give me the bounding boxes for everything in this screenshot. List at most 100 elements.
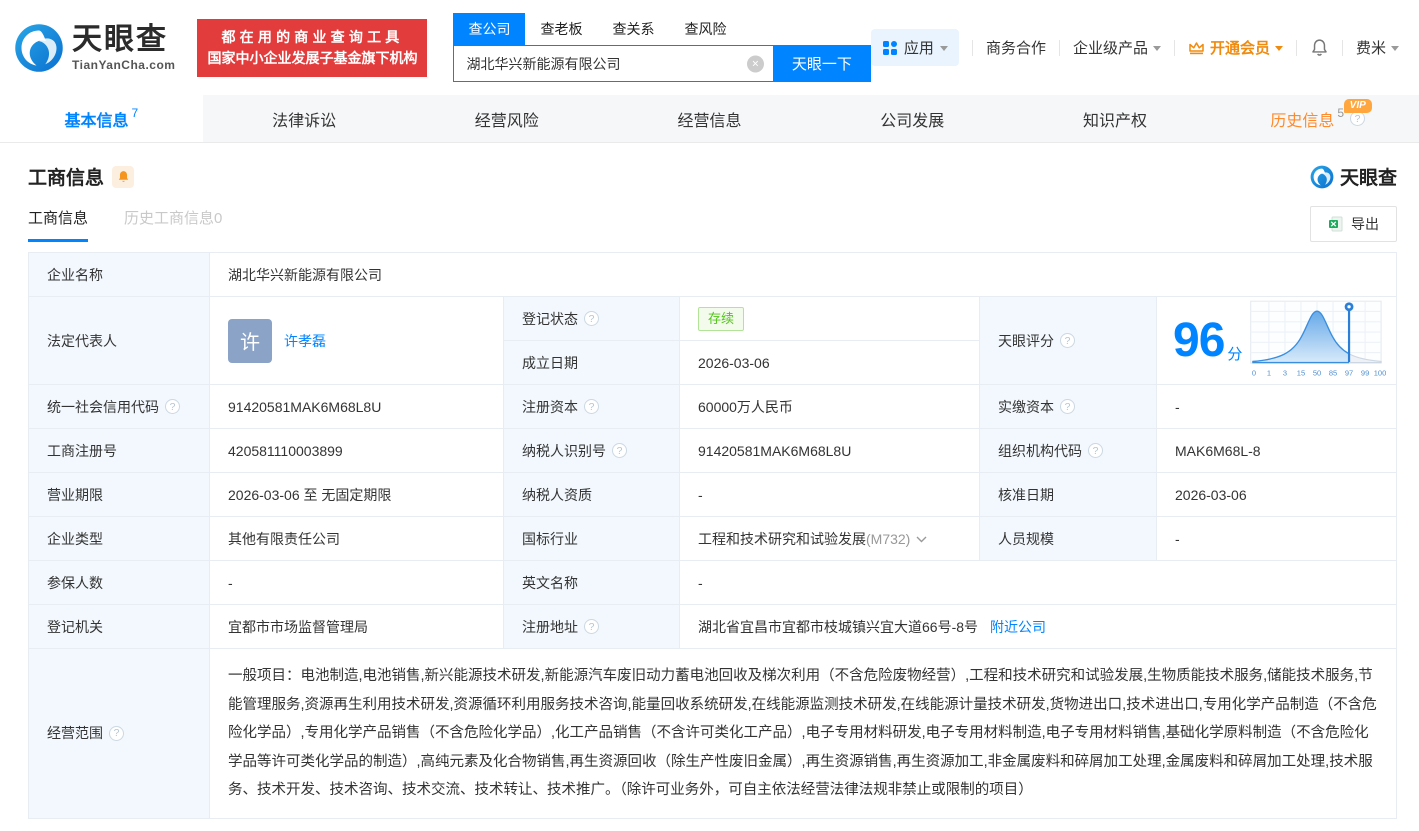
business-info-table: 企业名称 湖北华兴新能源有限公司 法定代表人 许 许孝磊 登记状态 ? 存续 成…: [28, 252, 1397, 819]
tab-intellectual-property[interactable]: 知识产权: [1014, 95, 1217, 142]
clear-icon[interactable]: ×: [746, 55, 764, 72]
score-axis-tick: 3: [1283, 368, 1287, 377]
help-icon[interactable]: ?: [612, 443, 627, 458]
logo-title: 天眼查: [72, 22, 168, 56]
export-label: 导出: [1351, 216, 1379, 232]
nav-cooperation[interactable]: 商务合作: [986, 37, 1046, 58]
field-establish-date-value: 2026-03-06: [679, 340, 979, 384]
search-input[interactable]: [453, 45, 773, 82]
field-taxpayer-quality-label: 纳税人资质: [503, 472, 679, 516]
label-text: 统一社会信用代码: [47, 398, 159, 415]
company-detail-tabs: 基本信息 7 法律诉讼 经营风险 经营信息 公司发展 知识产权 历史信息 5 ?…: [0, 95, 1419, 143]
chevron-down-icon: [1152, 46, 1161, 51]
score-axis-tick: 97: [1345, 368, 1353, 377]
field-insured-num-value: -: [209, 560, 503, 604]
field-score-value: 96 分 0 1 3 15 50 85 97 99 100: [1156, 296, 1396, 384]
help-icon[interactable]: ?: [1060, 399, 1075, 414]
industry-name: 工程和技术研究和试验发展: [698, 530, 866, 547]
apps-menu[interactable]: 应用: [870, 29, 959, 66]
score-distribution-chart: 0 1 3 15 50 85 97 99 100: [1250, 300, 1386, 377]
subtab-count: 0: [214, 209, 223, 227]
field-reg-org-label: 登记机关: [28, 604, 209, 648]
vip-label: 开通会员: [1209, 40, 1270, 57]
subtab-business-info[interactable]: 工商信息: [28, 207, 89, 242]
search-button[interactable]: 天眼一下: [772, 45, 871, 82]
divider: [1341, 39, 1343, 56]
tab-label: 法律诉讼: [272, 112, 337, 130]
username: 费米: [1355, 40, 1386, 57]
field-approve-date-label: 核准日期: [979, 472, 1156, 516]
search-tabs: 查公司 查老板 查关系 查风险: [453, 13, 870, 45]
industry-code: (M732): [866, 530, 911, 547]
apps-label: 应用: [903, 40, 934, 57]
field-scope-value: 一般项目：电池制造,电池销售,新兴能源技术研发,新能源汽车废旧动力蓄电池回收及梯…: [209, 648, 1396, 818]
field-reg-no-value: 420581110003899: [209, 428, 503, 472]
score-unit: 分: [1227, 345, 1243, 363]
tab-basic-info[interactable]: 基本信息 7: [0, 95, 203, 142]
help-icon[interactable]: ?: [584, 619, 599, 634]
field-score-label: 天眼评分 ?: [979, 296, 1156, 384]
excel-icon: [1329, 216, 1343, 232]
help-icon[interactable]: ?: [1350, 111, 1366, 126]
score-axis-tick: 15: [1297, 368, 1305, 377]
subscribe-bell-chip[interactable]: [112, 165, 135, 188]
chevron-down-icon[interactable]: [916, 536, 927, 543]
search-tab-boss[interactable]: 查老板: [525, 13, 597, 45]
user-account-menu[interactable]: 费米: [1356, 37, 1399, 58]
field-scope-label: 经营范围 ?: [28, 648, 209, 818]
search-tab-company[interactable]: 查公司: [453, 13, 526, 45]
tianyancha-logo[interactable]: 天眼查 TianYanCha.com: [14, 23, 175, 73]
score-axis-tick: 0: [1252, 368, 1256, 377]
promo-banner: 都在用的商业查询工具 国家中小企业发展子基金旗下机构: [197, 18, 428, 77]
subtab-history-business-info[interactable]: 历史工商信息0: [124, 207, 222, 242]
score-axis-tick: 1: [1267, 368, 1271, 377]
help-icon[interactable]: ?: [1060, 333, 1075, 348]
tab-label: 公司发展: [880, 112, 945, 130]
field-taxpayer-no-value: 91420581MAK6M68L8U: [679, 428, 979, 472]
chevron-down-icon: [939, 46, 948, 51]
tab-operating-risk[interactable]: 经营风险: [405, 95, 608, 142]
nearby-companies-link[interactable]: 附近公司: [990, 617, 1046, 637]
notifications-bell[interactable]: [1310, 38, 1329, 57]
label-text: 纳税人识别号: [522, 442, 606, 459]
bell-icon: [118, 171, 128, 182]
help-icon[interactable]: ?: [1088, 443, 1103, 458]
score-axis-tick: 50: [1313, 368, 1321, 377]
tab-company-development[interactable]: 公司发展: [811, 95, 1014, 142]
tab-history-info[interactable]: 历史信息 5 ? VIP: [1216, 95, 1419, 142]
field-taxpayer-quality-value: -: [679, 472, 979, 516]
help-icon[interactable]: ?: [584, 399, 599, 414]
export-button[interactable]: 导出: [1310, 206, 1397, 242]
search-tab-relation[interactable]: 查关系: [597, 13, 669, 45]
help-icon[interactable]: ?: [109, 725, 124, 741]
tab-label: 知识产权: [1082, 112, 1147, 130]
promo-line1: 都在用的商业查询工具: [221, 28, 404, 45]
crown-icon: [1189, 42, 1204, 55]
divider: [1173, 39, 1175, 56]
help-icon[interactable]: ?: [584, 311, 599, 326]
field-reg-status-label: 登记状态 ?: [503, 296, 679, 340]
vip-badge: VIP: [1343, 99, 1372, 113]
field-industry-value[interactable]: 工程和技术研究和试验发展 (M732): [679, 516, 979, 560]
field-paid-capital-value: -: [1156, 384, 1396, 428]
search-tab-risk[interactable]: 查风险: [669, 13, 741, 45]
subtab-label: 历史工商信息: [124, 209, 215, 227]
tab-operating-info[interactable]: 经营信息: [608, 95, 811, 142]
field-company-name-label: 企业名称: [28, 252, 209, 296]
score-axis-tick: 99: [1361, 368, 1369, 377]
apps-grid-icon: [882, 40, 897, 55]
top-nav: 应用 商务合作 企业级产品 开通会员 费米: [870, 29, 1399, 66]
legal-rep-link[interactable]: 许孝磊: [284, 331, 326, 351]
help-icon[interactable]: ?: [165, 399, 180, 414]
legal-rep-avatar[interactable]: 许: [228, 318, 272, 363]
chevron-down-icon: [1274, 46, 1283, 51]
tab-legal-proceedings[interactable]: 法律诉讼: [203, 95, 406, 142]
nav-vip-upgrade[interactable]: 开通会员: [1188, 37, 1283, 58]
field-reg-status-value: 存续: [679, 296, 979, 340]
field-company-type-value: 其他有限责任公司: [209, 516, 503, 560]
field-credit-code-value: 91420581MAK6M68L8U: [209, 384, 503, 428]
label-text: 经营范围: [47, 725, 103, 742]
field-establish-date-label: 成立日期: [503, 340, 679, 384]
score-axis-ticks: 0 1 3 15 50 85 97 99 100: [1252, 368, 1386, 377]
nav-enterprise-products[interactable]: 企业级产品: [1073, 37, 1161, 58]
